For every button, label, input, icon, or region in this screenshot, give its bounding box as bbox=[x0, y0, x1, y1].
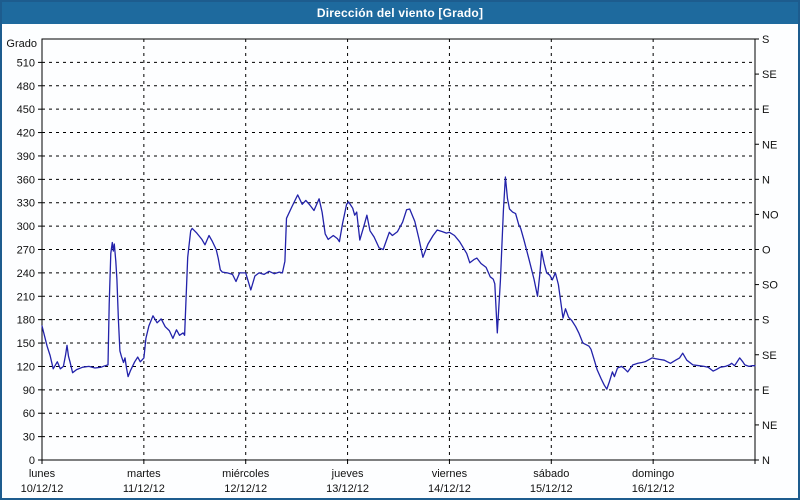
compass-label: NE bbox=[762, 139, 777, 151]
day-name-label: domingo bbox=[632, 468, 674, 480]
day-date-label: 16/12/12 bbox=[632, 483, 675, 495]
day-date-label: 14/12/12 bbox=[428, 483, 471, 495]
compass-label: O bbox=[762, 245, 771, 257]
day-name-label: martes bbox=[127, 468, 161, 480]
day-name-label: jueves bbox=[331, 468, 364, 480]
compass-label: NO bbox=[762, 209, 779, 221]
y-axis-tick-label: 450 bbox=[17, 104, 35, 116]
compass-label: E bbox=[762, 104, 769, 116]
y-axis-tick-label: 300 bbox=[17, 221, 35, 233]
compass-label: N bbox=[762, 455, 770, 467]
y-axis-tick-label: 390 bbox=[17, 151, 35, 163]
day-date-label: 13/12/12 bbox=[326, 483, 369, 495]
day-date-label: 15/12/12 bbox=[530, 483, 573, 495]
y-axis-tick-label: 330 bbox=[17, 198, 35, 210]
compass-label: SE bbox=[762, 69, 777, 81]
day-date-label: 10/12/12 bbox=[21, 483, 64, 495]
wind-direction-plot: 0 30 60 90 120 150 180 210 240 270 300 330 360 390 420… bbox=[2, 24, 798, 498]
day-date-label: 12/12/12 bbox=[224, 483, 267, 495]
compass-label: SO bbox=[762, 280, 778, 292]
day-name-label: lunes bbox=[29, 468, 56, 480]
y-axis-tick-label: 510 bbox=[17, 57, 35, 69]
app-window: Dirección del viento [Grado] 0 30 60 90 120 1… bbox=[0, 0, 800, 500]
y-axis-tick-label: 30 bbox=[23, 432, 35, 444]
compass-label: N bbox=[762, 174, 770, 186]
day-name-label: miércoles bbox=[222, 468, 270, 480]
compass-label: S bbox=[762, 34, 769, 46]
compass-label: SE bbox=[762, 350, 777, 362]
chart-title-bar: Dirección del viento [Grado] bbox=[2, 2, 798, 24]
day-name-label: sábado bbox=[533, 468, 569, 480]
y-axis-tick-label: 150 bbox=[17, 338, 35, 350]
y-axis-tick-label: 420 bbox=[17, 128, 35, 140]
y-axis-tick-label: 270 bbox=[17, 245, 35, 257]
compass-label: S bbox=[762, 315, 769, 327]
y-axis-tick-label: 0 bbox=[29, 455, 35, 467]
day-date-label: 11/12/12 bbox=[123, 483, 165, 495]
day-name-label: viernes bbox=[432, 468, 468, 480]
y-axis-tick-label: 120 bbox=[17, 361, 35, 373]
compass-label: NE bbox=[762, 420, 777, 432]
wind-direction-line bbox=[42, 177, 755, 389]
compass-label: E bbox=[762, 385, 769, 397]
y-axis-tick-label: 240 bbox=[17, 268, 35, 280]
y-axis-tick-label: 480 bbox=[17, 81, 35, 93]
y-axis-title: Grado bbox=[6, 38, 37, 50]
y-axis-tick-label: 210 bbox=[17, 291, 35, 303]
y-axis-tick-label: 180 bbox=[17, 315, 35, 327]
y-axis-tick-label: 60 bbox=[23, 408, 35, 420]
chart-title: Dirección del viento [Grado] bbox=[317, 6, 483, 20]
y-axis-tick-label: 90 bbox=[23, 385, 35, 397]
y-axis-tick-label: 360 bbox=[17, 174, 35, 186]
